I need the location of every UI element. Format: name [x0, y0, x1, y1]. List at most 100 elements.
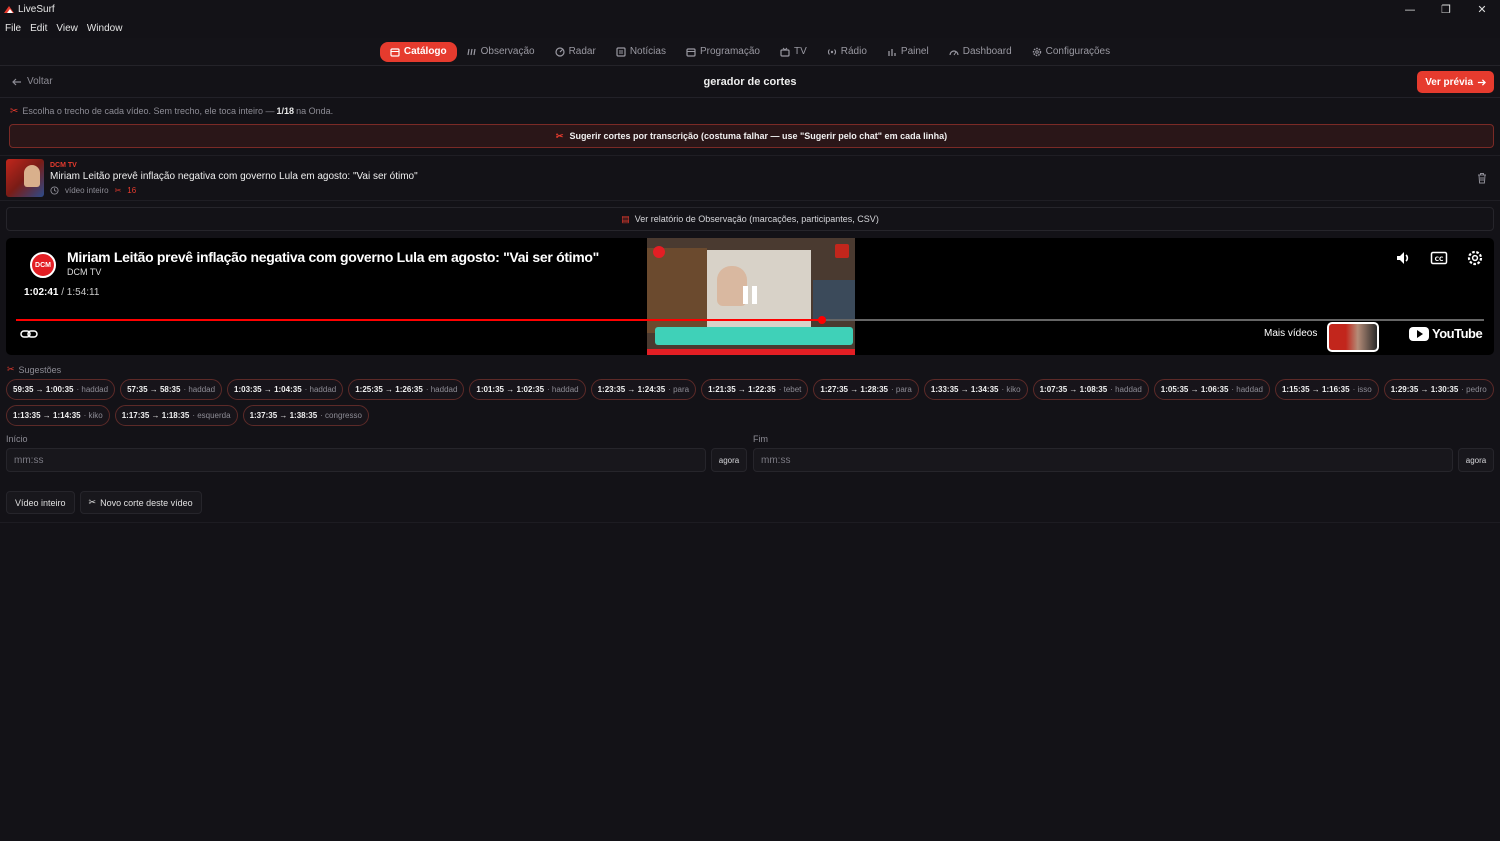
suggestion-chip[interactable]: 1:13:35 → 1:14:35 · kiko: [6, 405, 110, 426]
suggestion-range: 1:15:35 → 1:16:35: [1281, 385, 1350, 394]
gear-icon: [1032, 47, 1041, 56]
observation-report-button[interactable]: ▤ Ver relatório de Observação (marcações…: [6, 207, 1494, 231]
nav-noticias[interactable]: Notícias: [606, 42, 676, 62]
progress-bar[interactable]: [16, 316, 1484, 324]
start-now-button[interactable]: agora: [711, 448, 747, 472]
whole-video-button[interactable]: Vídeo inteiro: [6, 491, 75, 514]
suggestion-chip[interactable]: 1:21:35 → 1:22:35 · tebet: [701, 379, 809, 400]
player-channel[interactable]: DCM TV: [67, 267, 101, 277]
player-total-time: / 1:54:11: [61, 287, 100, 298]
back-button[interactable]: Voltar: [12, 76, 53, 87]
new-cut-button[interactable]: ✂ Novo corte deste vídeo: [79, 491, 202, 514]
suggestion-speaker: · kiko: [1001, 385, 1021, 394]
captions-icon[interactable]: CC: [1430, 249, 1448, 267]
link-icon[interactable]: [20, 328, 38, 340]
player-controls: CC: [1394, 249, 1484, 267]
nav-radio[interactable]: Rádio: [817, 42, 877, 62]
settings-gear-icon[interactable]: [1466, 249, 1484, 267]
end-field-group: Fim agora: [753, 434, 1494, 472]
nav-programacao[interactable]: Programação: [676, 42, 770, 62]
nav-radio-label: Rádio: [840, 46, 867, 57]
svg-text:CC: CC: [1435, 256, 1444, 263]
suggestion-range: 1:17:35 → 1:18:35: [121, 411, 190, 420]
nav-catalogo[interactable]: Catálogo: [379, 41, 457, 62]
suggestion-range: 1:01:35 → 1:02:35: [476, 385, 545, 394]
frame-corner-logo: [835, 244, 849, 258]
news-icon: [616, 46, 626, 57]
nav-observacao[interactable]: Observação: [457, 42, 545, 62]
nav-configuracoes-label: Configurações: [1045, 46, 1111, 57]
suggestion-chip[interactable]: 1:05:35 → 1:06:35 · haddad: [1153, 379, 1270, 400]
end-now-button[interactable]: agora: [1458, 448, 1494, 472]
video-duration-label: vídeo inteiro: [65, 185, 109, 195]
progress-fill: [16, 319, 822, 321]
menu-edit[interactable]: Edit: [30, 23, 47, 34]
video-cut-count: 16: [127, 185, 137, 195]
nav-programacao-label: Programação: [699, 46, 760, 57]
player-time: 1:02:41 / 1:54:11: [24, 287, 99, 298]
start-row: agora: [6, 448, 747, 472]
suggestion-chip[interactable]: 1:27:35 → 1:28:35 · para: [813, 379, 919, 400]
end-input[interactable]: [753, 448, 1453, 472]
nav-dashboard-label: Dashboard: [962, 46, 1012, 57]
video-title: Miriam Leitão prevê inflação negativa co…: [50, 170, 418, 182]
more-videos-label[interactable]: Mais vídeos: [1264, 328, 1317, 339]
pause-icon[interactable]: [743, 286, 757, 304]
suggestion-speaker: · haddad: [183, 385, 216, 394]
youtube-logo[interactable]: YouTube: [1409, 326, 1483, 341]
player-title[interactable]: Miriam Leitão prevê inflação negativa co…: [67, 249, 599, 265]
suggestion-chip[interactable]: 1:15:35 → 1:16:35 · isso: [1274, 379, 1379, 400]
preview-button[interactable]: Ver prévia: [1417, 71, 1494, 93]
suggestion-speaker: · para: [668, 385, 690, 394]
channel-avatar[interactable]: DCM: [30, 252, 56, 278]
more-videos-thumbnail[interactable]: [1327, 322, 1379, 352]
maximize-button[interactable]: ❐: [1428, 0, 1464, 18]
video-info: DCM TV Miriam Leitão prevê inflação nega…: [50, 162, 418, 195]
start-input[interactable]: [6, 448, 706, 472]
suggestion-range: 57:35 → 58:35: [127, 385, 181, 394]
suggestion-chip[interactable]: 1:01:35 → 1:02:35 · haddad: [469, 379, 586, 400]
radar-icon: [554, 46, 565, 57]
suggest-transcription-button[interactable]: ✂ Sugerir cortes por transcrição (costum…: [9, 124, 1494, 148]
suggestion-speaker: · haddad: [1110, 385, 1142, 394]
volume-icon[interactable]: [1394, 249, 1412, 267]
instructions: ✂ Escolha o trecho de cada vídeo. Sem tr…: [0, 98, 1500, 124]
menu-file[interactable]: File: [5, 23, 21, 34]
nav-tv[interactable]: TV: [770, 42, 817, 62]
close-button[interactable]: ✕: [1464, 0, 1500, 18]
back-label: Voltar: [27, 76, 53, 87]
trash-icon[interactable]: [1476, 172, 1488, 184]
player-current-time: 1:02:41: [24, 287, 59, 298]
nav-configuracoes[interactable]: Configurações: [1022, 42, 1120, 62]
gauge-icon: [949, 49, 959, 55]
suggestion-chip[interactable]: 57:35 → 58:35 · haddad: [120, 379, 223, 400]
suggestion-range: 59:35 → 1:00:35: [13, 385, 74, 394]
minimize-button[interactable]: —: [1392, 0, 1428, 18]
video-list-item[interactable]: DCM TV Miriam Leitão prevê inflação nega…: [0, 155, 1500, 201]
suggestion-chip[interactable]: 1:33:35 → 1:34:35 · kiko: [923, 379, 1028, 400]
suggestion-chip[interactable]: 1:25:35 → 1:26:35 · haddad: [348, 379, 465, 400]
video-player[interactable]: DCM Miriam Leitão prevê inflação negativ…: [6, 238, 1494, 355]
suggestion-speaker: · pedro: [1461, 385, 1487, 394]
arrow-left-icon: [12, 78, 21, 85]
menu-window[interactable]: Window: [87, 23, 123, 34]
window-controls: — ❐ ✕: [1392, 0, 1500, 18]
nav-dashboard[interactable]: Dashboard: [939, 42, 1022, 62]
suggestion-chip[interactable]: 1:37:35 → 1:38:35 · congresso: [242, 405, 369, 426]
progress-knob[interactable]: [817, 316, 826, 324]
nav-painel[interactable]: Painel: [877, 42, 939, 62]
scissors-icon: ✂: [114, 185, 122, 195]
divider: [0, 522, 1500, 523]
frame-ticker: [647, 349, 855, 355]
suggestion-chip[interactable]: 1:07:35 → 1:08:35 · haddad: [1032, 379, 1149, 400]
menu-view[interactable]: View: [56, 23, 78, 34]
suggestion-chip[interactable]: 1:17:35 → 1:18:35 · esquerda: [114, 405, 238, 426]
suggestion-chip[interactable]: 1:03:35 → 1:04:35 · haddad: [227, 379, 344, 400]
hint-text: Escolha o trecho de cada vídeo. Sem trec…: [22, 106, 275, 116]
nav-radar[interactable]: Radar: [545, 42, 606, 62]
suggestion-chip[interactable]: 1:29:35 → 1:30:35 · pedro: [1383, 379, 1494, 400]
video-channel: DCM TV: [50, 161, 77, 169]
suggestion-chip[interactable]: 1:23:35 → 1:24:35 · para: [590, 379, 697, 400]
suggestion-chip[interactable]: 59:35 → 1:00:35 · haddad: [6, 379, 116, 400]
video-meta: vídeo inteiro ✂ 16: [50, 186, 418, 195]
